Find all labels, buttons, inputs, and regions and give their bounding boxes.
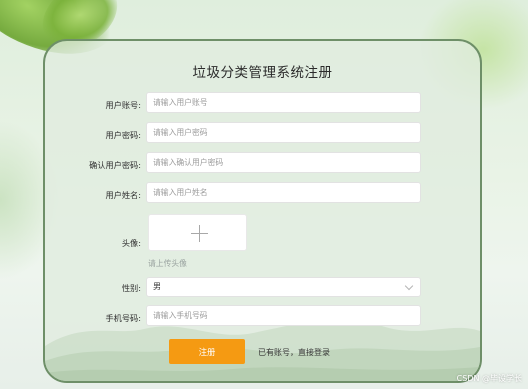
gender-value: 男 [153, 282, 161, 291]
confirm-password-input[interactable] [146, 152, 421, 173]
phone-input[interactable] [146, 305, 421, 326]
username-input[interactable] [146, 92, 421, 113]
register-button[interactable]: 注册 [169, 339, 245, 364]
avatar-upload[interactable] [148, 214, 247, 251]
confirm-password-label: 确认用户密码: [89, 160, 141, 170]
page-title: 垃圾分类管理系统注册 [192, 65, 333, 81]
avatar-label: 头像: [121, 238, 141, 248]
full-name-label: 用户姓名: [105, 190, 141, 200]
gender-select[interactable]: 男 [146, 277, 421, 297]
gender-label: 性别: [121, 283, 141, 293]
password-input[interactable] [146, 122, 421, 143]
chevron-down-icon [404, 281, 414, 291]
login-link[interactable]: 已有账号，直接登录 [258, 347, 330, 358]
avatar-hint: 请上传头像 [148, 259, 187, 268]
username-label: 用户账号: [105, 100, 141, 110]
full-name-input[interactable] [146, 182, 421, 203]
watermark: CSDN @毕设学长 [456, 374, 522, 383]
password-label: 用户密码: [105, 130, 141, 140]
register-panel: 垃圾分类管理系统注册 用户账号: 用户密码: 确认用户密码: 用户姓名: 头像:… [43, 39, 482, 383]
phone-label: 手机号码: [105, 313, 141, 323]
plus-icon-vertical [199, 225, 200, 242]
